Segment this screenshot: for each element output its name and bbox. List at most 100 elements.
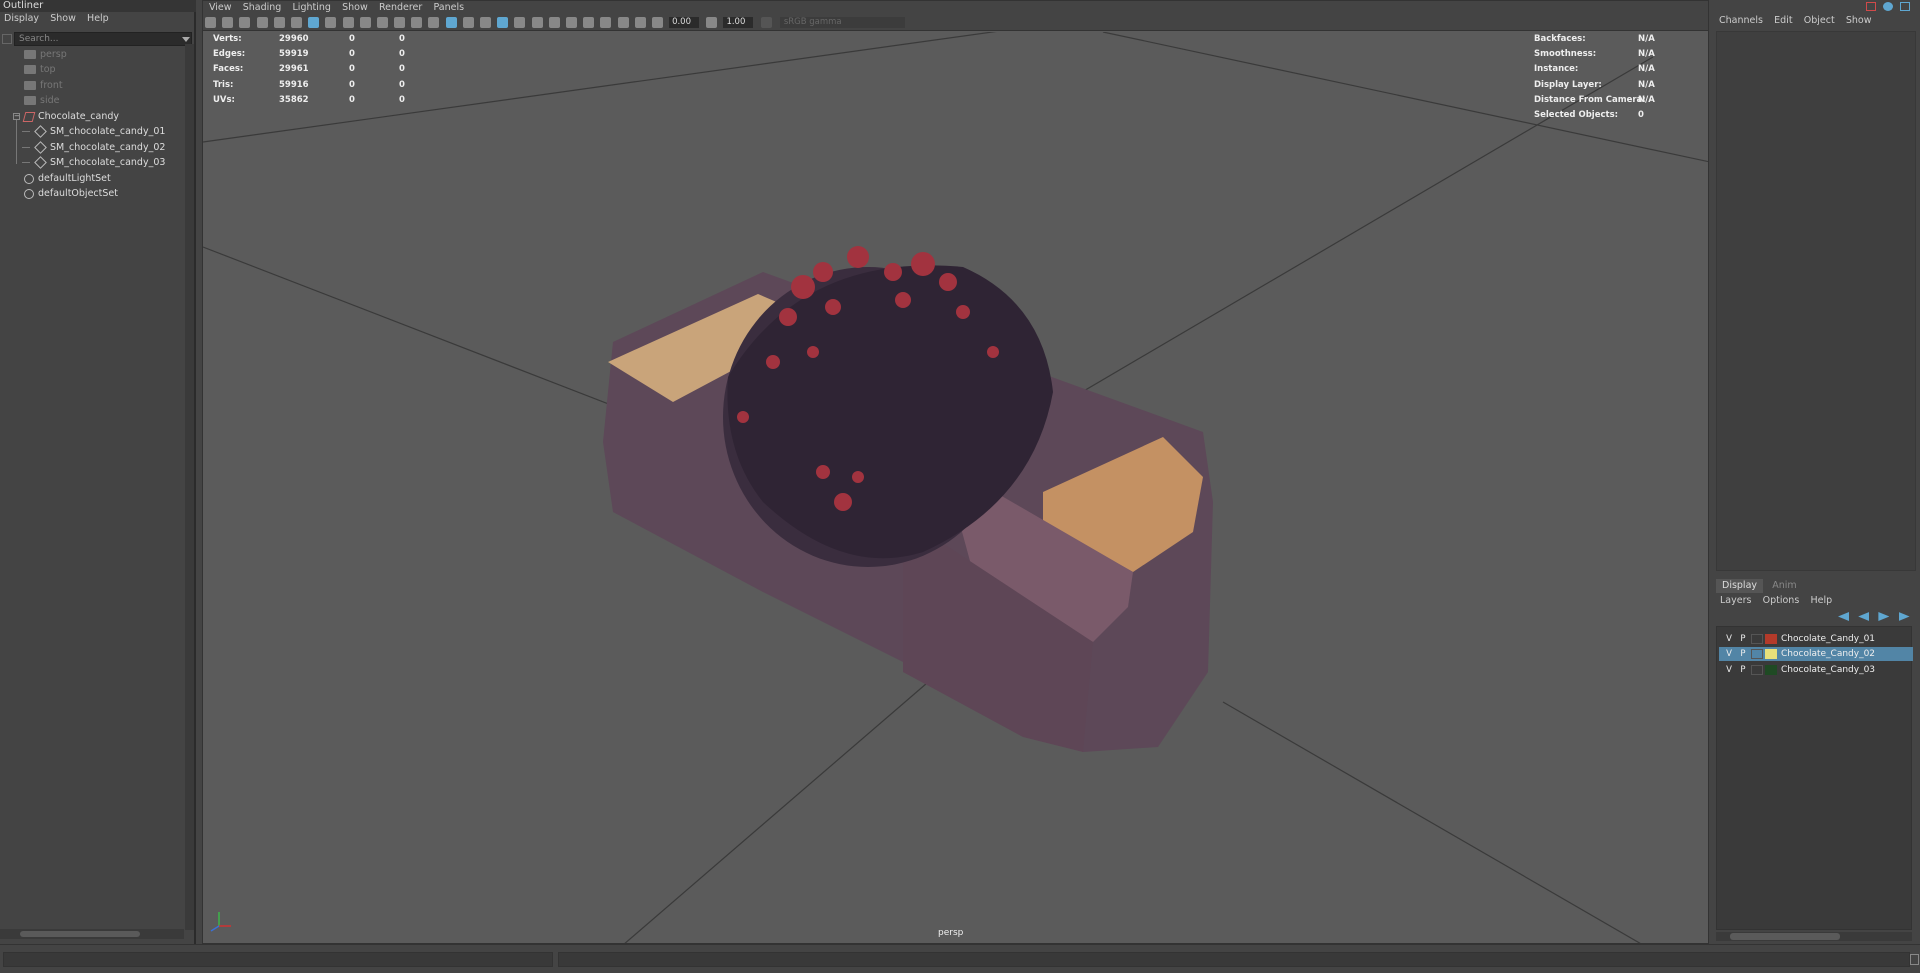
exposure-field[interactable]: 0.00: [669, 17, 700, 28]
chevron-down-icon[interactable]: [182, 37, 190, 42]
outliner-menubar: Display Show Help: [0, 12, 196, 26]
isolate-select-icon[interactable]: [583, 17, 595, 28]
anti-aliasing-icon[interactable]: [548, 17, 560, 28]
ambient-occlusion-icon[interactable]: [531, 17, 543, 28]
select-camera-icon[interactable]: [205, 17, 216, 28]
outliner-item-default-object-set[interactable]: defaultObjectSet: [24, 187, 118, 201]
edit-menu[interactable]: Edit: [1770, 14, 1796, 28]
depth-of-field-icon[interactable]: [565, 17, 577, 28]
outliner-item-chocolate-candy[interactable]: Chocolate_candy: [22, 110, 119, 124]
toggle-icon[interactable]: [1900, 2, 1911, 11]
layer-scroll-thumb[interactable]: [1730, 933, 1840, 940]
display-type-toggle[interactable]: [1751, 665, 1763, 675]
outliner-menu-show[interactable]: Show: [46, 12, 80, 26]
gamma-field[interactable]: 1.00: [723, 17, 754, 28]
color-space-dropdown[interactable]: sRGB gamma: [779, 17, 905, 28]
outliner-item-persp[interactable]: persp: [24, 48, 67, 62]
visibility-toggle[interactable]: V: [1723, 647, 1735, 661]
move-layer-up-icon[interactable]: [1838, 612, 1849, 621]
gate-mask-icon[interactable]: [359, 17, 371, 28]
channels-menu[interactable]: Channels: [1715, 14, 1767, 28]
resolution-gate-icon[interactable]: [342, 17, 354, 28]
outliner-item-side[interactable]: side: [24, 94, 59, 108]
grid-icon[interactable]: [308, 17, 320, 28]
help-line-field: [558, 952, 1910, 967]
show-menu[interactable]: Show: [1842, 14, 1876, 28]
textured-icon[interactable]: [480, 17, 491, 28]
object-menu[interactable]: Object: [1800, 14, 1839, 28]
settings-icon[interactable]: [1883, 2, 1894, 11]
camera-attributes-icon[interactable]: [222, 17, 234, 28]
outliner-item-sm-chocolate-candy-01[interactable]: SM_chocolate_candy_01: [22, 125, 165, 139]
transform-icon[interactable]: [1866, 2, 1876, 11]
layer-row-chocolate-candy-02[interactable]: V P Chocolate_Candy_02: [1719, 647, 1913, 661]
smooth-shade-icon[interactable]: [445, 17, 457, 28]
outliner-scroll-thumb[interactable]: [20, 931, 140, 937]
viewport-menu-shading[interactable]: Shading: [239, 1, 286, 15]
layer-row-chocolate-candy-03[interactable]: V P Chocolate_Candy_03: [1719, 663, 1913, 677]
gamma-icon[interactable]: [706, 17, 718, 28]
command-line-input[interactable]: [3, 952, 553, 967]
channel-box-area[interactable]: [1716, 31, 1916, 571]
playback-toggle[interactable]: P: [1737, 647, 1749, 661]
outliner-vertical-scrollbar[interactable]: [185, 44, 194, 930]
exposure-icon[interactable]: [651, 17, 663, 28]
filter-icon[interactable]: [2, 34, 12, 44]
outliner-search-input[interactable]: Search...: [14, 32, 192, 46]
viewport-menu-renderer[interactable]: Renderer: [375, 1, 426, 15]
xray-joints-icon[interactable]: [617, 17, 629, 28]
new-empty-layer-icon[interactable]: [1878, 612, 1890, 621]
hud-stat-edges: Edges: 59919 0 0: [213, 49, 405, 60]
outliner-menu-help[interactable]: Help: [83, 12, 113, 26]
hud-info-instance: Instance: N/A: [1534, 64, 1655, 75]
new-layer-from-selection-icon[interactable]: [1898, 612, 1910, 621]
layer-color-swatch[interactable]: [1765, 649, 1777, 659]
layer-color-swatch[interactable]: [1765, 634, 1777, 644]
safe-title-icon[interactable]: [411, 17, 423, 28]
display-type-toggle[interactable]: [1751, 634, 1763, 644]
display-type-toggle[interactable]: [1751, 649, 1763, 659]
layer-name: Chocolate_Candy_01: [1781, 634, 1876, 644]
outliner-menu-display[interactable]: Display: [0, 12, 43, 26]
grease-pencil-icon[interactable]: [273, 17, 285, 28]
viewport-panel[interactable]: View Shading Lighting Show Renderer Pane…: [202, 0, 1709, 944]
tab-display[interactable]: Display: [1716, 579, 1764, 593]
safe-action-icon[interactable]: [394, 17, 406, 28]
color-management-icon[interactable]: [760, 17, 772, 28]
outliner-item-sm-chocolate-candy-03[interactable]: SM_chocolate_candy_03: [22, 156, 165, 170]
top-right-tools: [1866, 2, 1918, 12]
viewport-menu-panels[interactable]: Panels: [430, 1, 469, 15]
use-all-lights-icon[interactable]: [497, 17, 509, 28]
2d-pan-zoom-icon[interactable]: [290, 17, 302, 28]
xray-components-icon[interactable]: [634, 17, 646, 28]
hud-info: Backfaces: N/A Smoothness: N/A Instance: N/…: [1534, 32, 1655, 123]
xray-icon[interactable]: [600, 17, 612, 28]
wireframe-on-shaded-icon[interactable]: [462, 17, 474, 28]
playback-toggle[interactable]: P: [1737, 632, 1749, 646]
outliner-item-default-light-set[interactable]: defaultLightSet: [24, 172, 111, 186]
visibility-toggle[interactable]: V: [1723, 663, 1735, 677]
layer-color-swatch[interactable]: [1765, 665, 1777, 675]
outliner-item-front[interactable]: front: [24, 79, 63, 93]
options-menu[interactable]: Options: [1759, 594, 1804, 608]
bookmark-icon[interactable]: [239, 17, 251, 28]
viewport-menu-show[interactable]: Show: [338, 1, 372, 15]
viewport-menu-lighting[interactable]: Lighting: [289, 1, 335, 15]
move-layer-down-icon[interactable]: [1858, 612, 1870, 621]
collapse-icon[interactable]: −: [13, 113, 20, 120]
image-plane-icon[interactable]: [256, 17, 268, 28]
film-gate-icon[interactable]: [325, 17, 337, 28]
outliner-item-sm-chocolate-candy-02[interactable]: SM_chocolate_candy_02: [22, 141, 165, 155]
outliner-item-top[interactable]: top: [24, 63, 56, 77]
script-editor-icon[interactable]: [1910, 954, 1919, 965]
layers-menu[interactable]: Layers: [1716, 594, 1755, 608]
field-chart-icon[interactable]: [376, 17, 388, 28]
layer-row-chocolate-candy-01[interactable]: V P Chocolate_Candy_01: [1719, 632, 1913, 646]
viewport-menu-view[interactable]: View: [205, 1, 236, 15]
tab-anim[interactable]: Anim: [1766, 579, 1802, 593]
playback-toggle[interactable]: P: [1737, 663, 1749, 677]
help-menu[interactable]: Help: [1806, 594, 1836, 608]
visibility-toggle[interactable]: V: [1723, 632, 1735, 646]
wireframe-icon[interactable]: [428, 17, 440, 28]
shadows-icon[interactable]: [514, 17, 526, 28]
